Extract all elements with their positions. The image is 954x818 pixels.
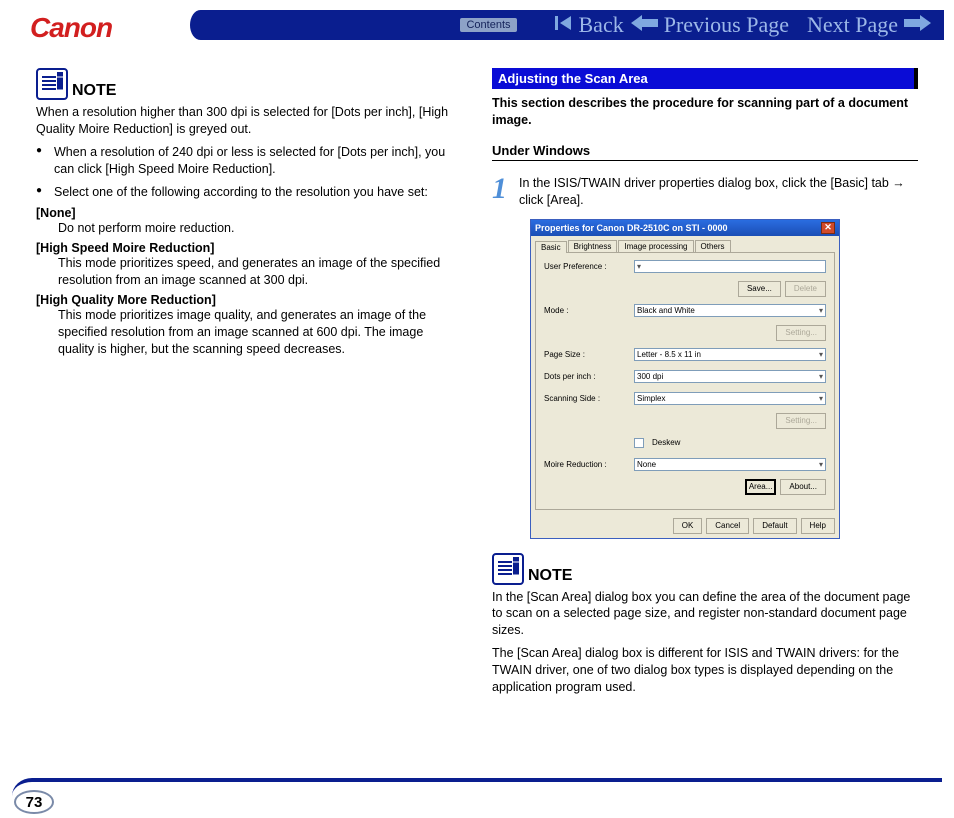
label-dpi: Dots per inch : — [544, 372, 634, 381]
step-text: In the ISIS/TWAIN driver properties dial… — [519, 175, 918, 209]
note-intro-text: When a resolution higher than 300 dpi is… — [36, 104, 462, 138]
label-scanning-side: Scanning Side : — [544, 394, 634, 403]
properties-dialog: Properties for Canon DR-2510C on STI - 0… — [530, 219, 840, 539]
option-desc: Do not perform moire reduction. — [36, 220, 462, 237]
combo-scanning-side[interactable]: Simplex — [634, 392, 826, 405]
combo-dpi[interactable]: 300 dpi — [634, 370, 826, 383]
brand-logo: Canon — [30, 12, 112, 44]
tab-basic[interactable]: Basic — [535, 241, 567, 253]
left-column: NOTE When a resolution higher than 300 d… — [36, 68, 462, 702]
back-link[interactable]: Back — [579, 12, 624, 38]
deskew-checkbox[interactable] — [634, 438, 644, 448]
note-icon — [492, 553, 524, 585]
label-moire: Moire Reduction : — [544, 460, 634, 469]
option-desc: This mode prioritizes speed, and generat… — [36, 255, 462, 289]
combo-page-size[interactable]: Letter - 8.5 x 11 in — [634, 348, 826, 361]
note-icon — [36, 68, 68, 100]
right-column: Adjusting the Scan Area This section des… — [492, 68, 918, 702]
close-icon[interactable]: ✕ — [821, 222, 835, 234]
nav-bar: Contents Back Previous Page Next Page — [190, 10, 944, 40]
ok-button[interactable]: OK — [673, 518, 703, 534]
help-button[interactable]: Help — [801, 518, 835, 534]
next-arrow-icon[interactable] — [904, 12, 932, 38]
subheading: Under Windows — [492, 143, 918, 161]
next-page-link[interactable]: Next Page — [807, 12, 898, 38]
page-number: 73 — [14, 790, 54, 814]
setting-button[interactable]: Setting... — [776, 325, 826, 341]
tab-brightness[interactable]: Brightness — [568, 240, 618, 252]
label-mode: Mode : — [544, 306, 634, 315]
step-number: 1 — [492, 175, 507, 202]
delete-button[interactable]: Delete — [785, 281, 826, 297]
note-heading: NOTE — [72, 82, 116, 100]
combo-mode[interactable]: Black and White — [634, 304, 826, 317]
tab-others[interactable]: Others — [695, 240, 731, 252]
option-term: [High Speed Moire Reduction] — [36, 241, 462, 255]
combo-user-preference[interactable] — [634, 260, 826, 273]
note-text: The [Scan Area] dialog box is different … — [492, 645, 918, 696]
option-desc: This mode prioritizes image quality, and… — [36, 307, 462, 358]
contents-button[interactable]: Contents — [460, 18, 516, 32]
combo-moire[interactable]: None — [634, 458, 826, 471]
label-user-preference: User Preference : — [544, 262, 634, 271]
cancel-button[interactable]: Cancel — [706, 518, 749, 534]
save-button[interactable]: Save... — [738, 281, 781, 297]
option-term: [None] — [36, 206, 462, 220]
note-text: In the [Scan Area] dialog box you can de… — [492, 589, 918, 640]
label-page-size: Page Size : — [544, 350, 634, 359]
header: Canon Contents Back Previous Page Next P… — [0, 0, 954, 48]
about-button[interactable]: About... — [780, 479, 826, 495]
deskew-label: Deskew — [652, 438, 680, 447]
area-button[interactable]: Area... — [745, 479, 777, 495]
bullet-item: When a resolution of 240 dpi or less is … — [54, 144, 462, 178]
section-heading: Adjusting the Scan Area — [492, 68, 918, 89]
prev-arrow-icon[interactable] — [630, 12, 658, 38]
default-button[interactable]: Default — [753, 518, 796, 534]
bullet-item: Select one of the following according to… — [54, 184, 462, 201]
section-desc: This section describes the procedure for… — [492, 95, 918, 129]
dialog-title: Properties for Canon DR-2510C on STI - 0… — [535, 223, 728, 233]
previous-page-link[interactable]: Previous Page — [664, 12, 789, 38]
note-heading: NOTE — [528, 567, 572, 585]
page-footer-rule — [12, 778, 942, 812]
option-term: [High Quality More Reduction] — [36, 293, 462, 307]
tab-image-processing[interactable]: Image processing — [618, 240, 693, 252]
setting-button[interactable]: Setting... — [776, 413, 826, 429]
page-body: NOTE When a resolution higher than 300 d… — [0, 48, 954, 702]
back-start-icon[interactable] — [553, 12, 573, 38]
